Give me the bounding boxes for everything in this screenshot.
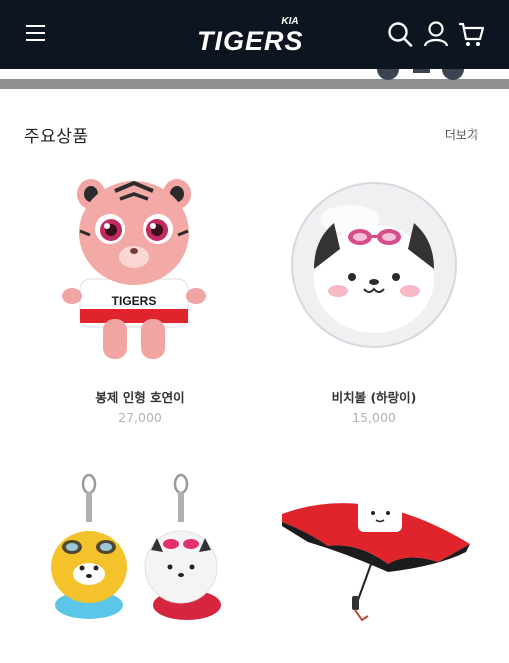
product-card[interactable] — [264, 468, 484, 663]
red-umbrella-image — [282, 498, 470, 622]
chevron-right-icon[interactable] — [469, 127, 479, 140]
product-price: 15,000 — [352, 410, 396, 425]
user-account-icon[interactable] — [422, 19, 450, 49]
product-card[interactable]: TIGERS 봉제 인형 호연이 27,000 — [30, 165, 250, 435]
beach-ball-image — [291, 182, 457, 348]
section-title: 주요상품 — [24, 127, 89, 147]
search-icon[interactable] — [386, 19, 414, 49]
product-card[interactable] — [30, 468, 250, 663]
product-card[interactable]: 비치볼 (하랑이) 15,000 — [264, 165, 484, 435]
svg-text:TIGERS: TIGERS — [112, 294, 157, 308]
product-name[interactable]: 비치볼 (하랑이) — [264, 387, 484, 406]
banner-car-body — [413, 69, 430, 73]
svg-text:TIGERS: TIGERS — [197, 26, 304, 56]
banner-strip — [0, 69, 509, 89]
product-price: 27,000 — [118, 410, 162, 425]
top-header: KIA TIGERS — [0, 0, 509, 69]
product-name[interactable]: 봉제 인형 호연이 — [30, 387, 250, 406]
tiger-keychains-image — [51, 473, 221, 620]
hamburger-menu-icon[interactable] — [26, 25, 45, 43]
cart-icon[interactable] — [457, 19, 485, 49]
banner-divider — [0, 79, 509, 89]
pink-tiger-plush-image: TIGERS — [62, 179, 206, 359]
tigers-logo[interactable]: KIA TIGERS — [195, 12, 315, 56]
